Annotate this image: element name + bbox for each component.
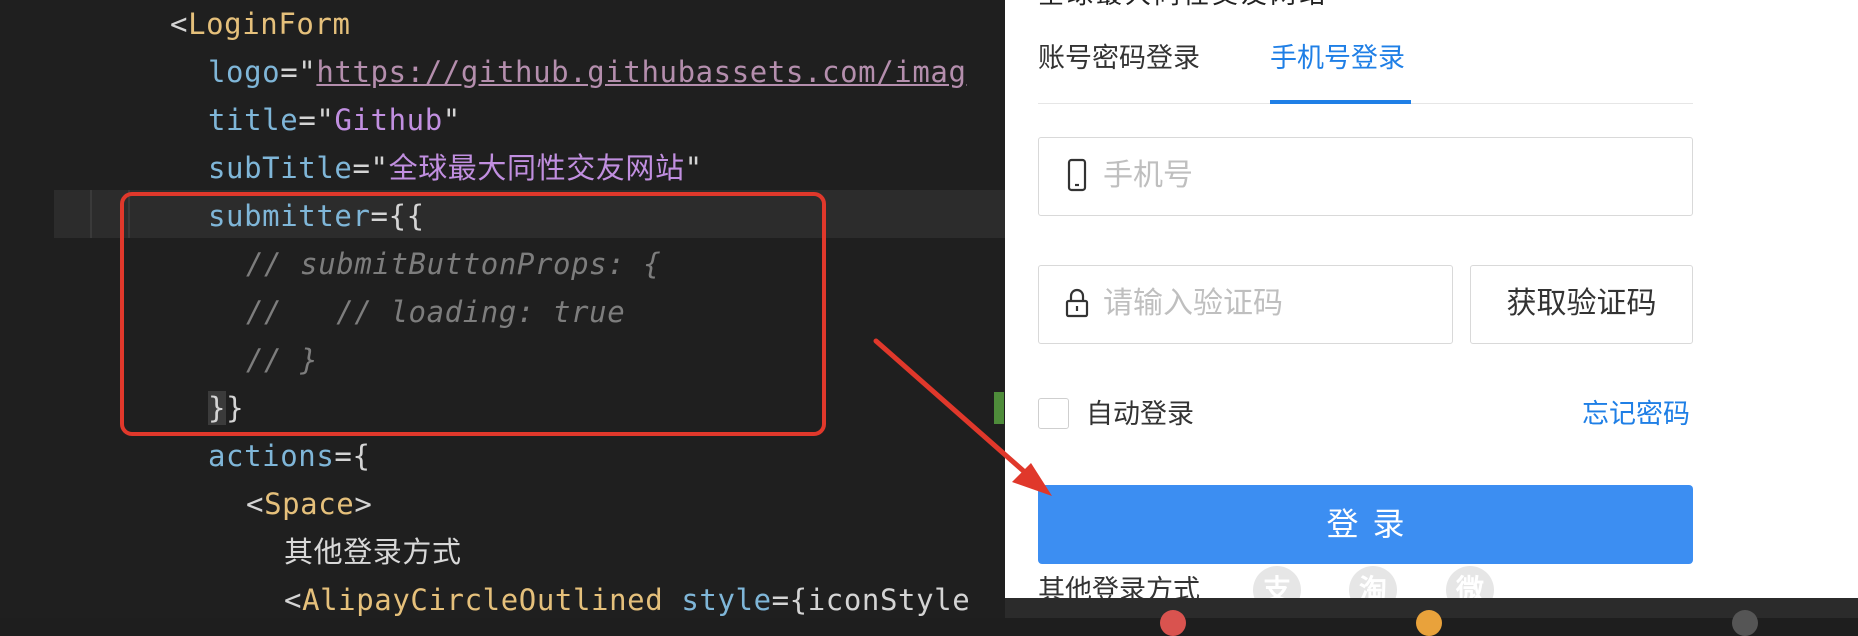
tab-phone-login[interactable]: 手机号登录	[1270, 38, 1405, 78]
code-token: title	[208, 103, 299, 137]
code-line: <AlipayCircleOutlined style={iconStyle	[284, 576, 970, 618]
phone-placeholder: 手机号	[1103, 159, 1193, 192]
code-token: AlipayCircleOutlined	[302, 583, 664, 617]
code-token: <	[284, 583, 303, 617]
code-token: subTitle	[208, 151, 353, 185]
code-token: "	[442, 103, 461, 137]
code-token: <	[246, 487, 265, 521]
code-token: logo	[208, 55, 281, 89]
code-line: <LoginForm	[170, 0, 351, 48]
code-token: Github	[334, 103, 443, 137]
code-line: 其他登录方式	[284, 528, 462, 576]
code-token: ={iconStyle	[771, 583, 971, 617]
tab-account-password[interactable]: 账号密码登录	[1038, 38, 1200, 78]
phone-input[interactable]: 手机号	[1038, 137, 1693, 216]
code-token: 全球最大同性交友网站	[388, 151, 685, 185]
code-token: ="	[352, 151, 389, 185]
code-token: Space	[264, 487, 355, 521]
code-token: LoginForm	[188, 7, 351, 41]
code-line: logo="https://github.githubassets.com/im…	[208, 48, 967, 96]
dock-icon[interactable]	[1732, 610, 1758, 636]
code-token: style	[663, 583, 772, 617]
code-token: "	[684, 151, 703, 185]
code-token: >	[354, 487, 373, 521]
auto-login-label[interactable]: 自动登录	[1086, 396, 1194, 432]
git-change-marker	[994, 392, 1004, 424]
captcha-input[interactable]: 请输入验证码	[1038, 265, 1453, 344]
code-editor[interactable]: <LoginForm logo="https://github.githubas…	[0, 0, 1005, 618]
dock-icon[interactable]	[1160, 610, 1186, 636]
forgot-password-link[interactable]: 忘记密码	[1582, 396, 1690, 432]
code-token: ="	[298, 103, 335, 137]
code-token: actions	[208, 439, 335, 473]
dock-icon[interactable]	[1416, 610, 1442, 636]
code-token: ={	[334, 439, 371, 473]
lock-icon	[1065, 288, 1089, 318]
active-tab-indicator	[1270, 100, 1411, 104]
code-line: <Space>	[246, 480, 372, 528]
code-line: subTitle="全球最大同性交友网站"	[208, 144, 703, 192]
login-button[interactable]: 登录	[1038, 485, 1693, 564]
captcha-placeholder: 请输入验证码	[1103, 287, 1283, 320]
annotation-box	[120, 192, 826, 436]
indent-guide	[90, 190, 92, 238]
code-token: 其他登录方式	[284, 535, 462, 569]
get-captcha-button[interactable]: 获取验证码	[1470, 265, 1693, 344]
code-line: title="Github"	[208, 96, 461, 144]
code-token: ="	[280, 55, 317, 89]
code-token: <	[170, 7, 189, 41]
code-token: https://github.githubassets.com/imag	[316, 55, 967, 89]
auto-login-checkbox[interactable]	[1038, 398, 1069, 429]
code-line: actions={	[208, 432, 371, 480]
mobile-icon	[1067, 158, 1087, 192]
login-subtitle: 全球最大同性交友网站	[1038, 0, 1328, 11]
